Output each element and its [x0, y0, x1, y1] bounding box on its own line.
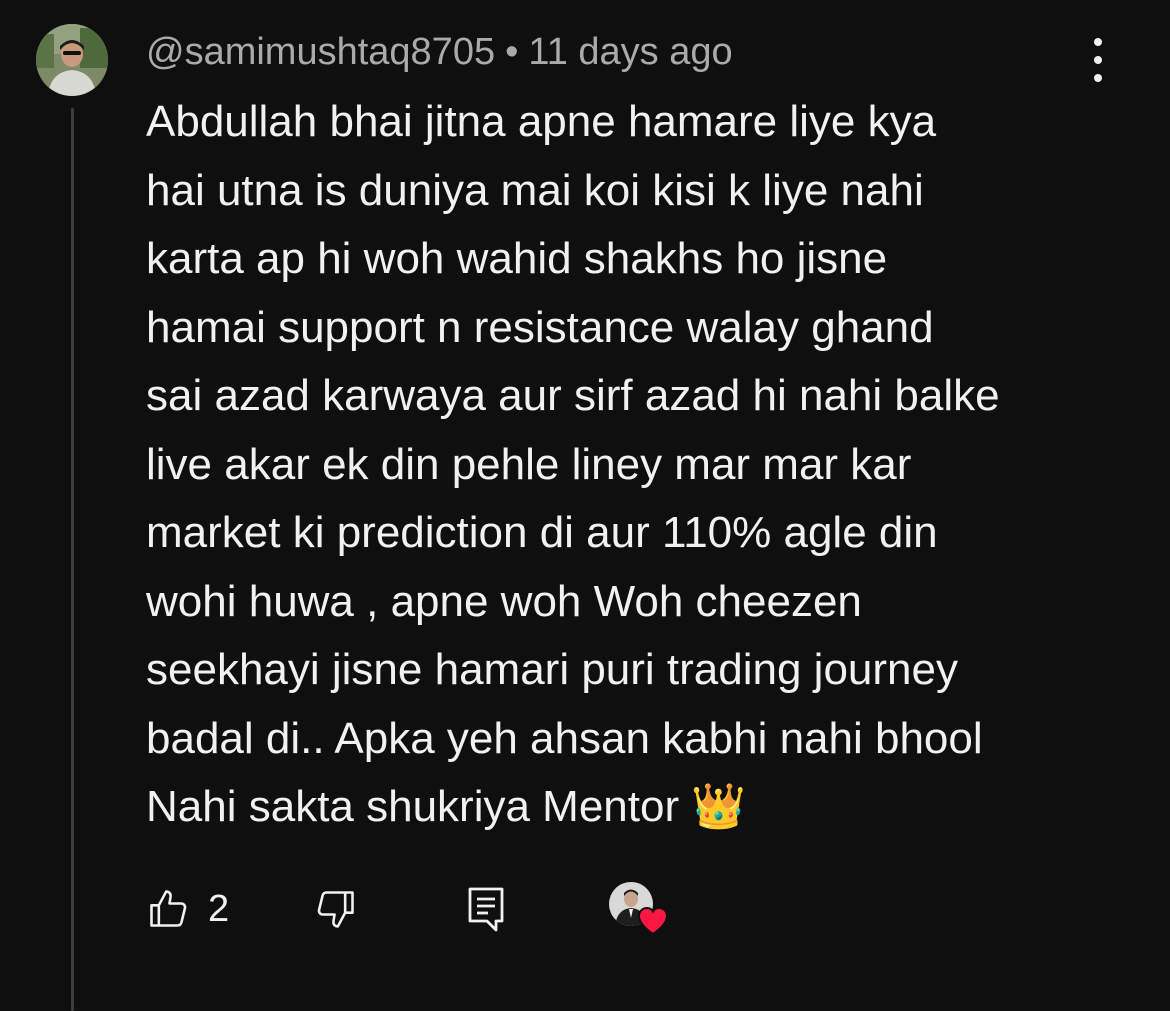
reply-comment-icon: [468, 887, 504, 932]
more-vertical-icon-dot: [1094, 74, 1102, 82]
comment-text-line: Abdullah bhai jitna apne hamare liye kya: [146, 97, 937, 146]
separator-dot: •: [505, 31, 519, 73]
comment-thread: @samimushtaq8705 • 11 days ago Abdullah bh…: [0, 0, 1170, 1011]
dislike-button[interactable]: [314, 884, 358, 934]
more-vertical-icon: [1094, 38, 1102, 46]
comment-text-line: hai utna is duniya mai koi kisi k liye n…: [146, 165, 924, 215]
author-name[interactable]: @samimushtaq8705: [146, 31, 495, 73]
comment-timestamp: 11 days ago: [528, 31, 733, 73]
avatar-image: [36, 24, 108, 96]
comment-header: @samimushtaq8705 • 11 days ago: [146, 30, 733, 74]
like-count: 2: [208, 887, 230, 930]
comment-text-line: sai azad karwaya aur sirf azad hi nahi b…: [146, 371, 1000, 420]
comment-text-line: Nahi sakta shukriya Mentor 👑: [146, 782, 747, 831]
thumbs-down-icon: [317, 891, 354, 928]
author-avatar[interactable]: [36, 24, 108, 96]
comment-text-line: live akar ek din pehle liney mar mar kar: [146, 439, 912, 489]
comment-text-line: karta ap hi woh wahid shakhs ho jisne: [146, 234, 888, 283]
comment-text-line: hamai support n resistance walay ghand: [146, 302, 934, 352]
comment-text-line: wohi huwa , apne woh Woh cheezen: [146, 576, 862, 626]
reply-button[interactable]: [466, 884, 506, 934]
more-vertical-icon-dot: [1094, 56, 1102, 64]
comment-text-line: seekhayi jisne hamari puri trading journ…: [146, 645, 958, 694]
comment-text: Abdullah bhai jitna apne hamare liye kya…: [146, 88, 1106, 842]
comment-text-line: badal di.. Apka yeh ahsan kabhi nahi bho…: [146, 713, 983, 763]
creator-heart: [609, 882, 669, 938]
thumbs-up-icon: [150, 890, 187, 927]
creator-heart-icon: [637, 906, 669, 936]
more-options-button[interactable]: [1078, 38, 1118, 82]
like-button[interactable]: 2: [146, 884, 229, 934]
comment-text-line: market ki prediction di aur 110% agle di…: [146, 508, 938, 557]
thread-line: [71, 108, 74, 1011]
